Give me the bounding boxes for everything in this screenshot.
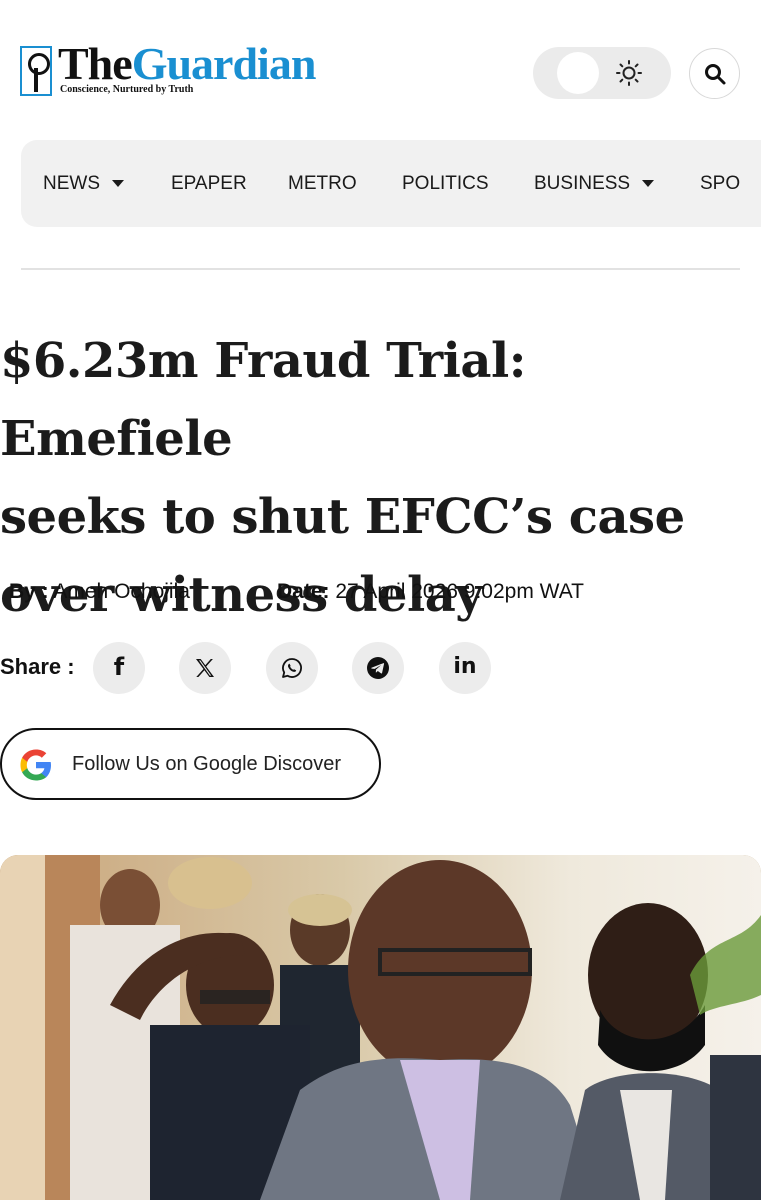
nav-item-epaper[interactable]: EPAPER	[171, 140, 247, 227]
share-linkedin-button[interactable]: in	[439, 642, 491, 694]
x-icon	[196, 659, 214, 677]
main-nav: NEWS EPAPER METRO POLITICS BUSINESS SPO	[21, 140, 761, 227]
search-icon	[705, 64, 726, 85]
nav-item-label: BUSINESS	[534, 173, 631, 194]
nav-item-label: METRO	[288, 173, 357, 194]
header-divider	[21, 268, 740, 270]
search-button[interactable]	[689, 48, 740, 99]
telegram-icon	[367, 657, 389, 679]
headline-line: $6.23m Fraud Trial: Emefiele	[0, 333, 526, 467]
logo-tagline: Conscience, Nurtured by Truth	[60, 84, 194, 95]
logo-wordmark: TheGuardian	[58, 38, 317, 90]
google-g-icon	[20, 749, 51, 781]
chevron-down-icon	[642, 180, 655, 187]
share-whatsapp-button[interactable]	[266, 642, 318, 694]
by-label: By :	[9, 580, 49, 603]
discover-label: Follow Us on Google Discover	[72, 753, 341, 775]
nav-item-business[interactable]: BUSINESS	[534, 140, 655, 227]
toggle-knob	[557, 52, 599, 94]
logo-the: The	[58, 38, 133, 89]
share-label: Share :	[0, 654, 75, 679]
nav-item-label: NEWS	[43, 173, 100, 194]
logo-emblem-icon	[20, 46, 52, 96]
author-name[interactable]: Ameh Ochojila	[53, 580, 190, 603]
share-facebook-button[interactable]: f	[93, 642, 145, 694]
nav-item-label: EPAPER	[171, 173, 247, 194]
nav-item-news[interactable]: NEWS	[43, 140, 124, 227]
article-hero-image[interactable]	[0, 855, 761, 1200]
court-scene-image	[0, 855, 761, 1200]
linkedin-icon: in	[453, 654, 477, 679]
logo-guardian: Guardian	[131, 38, 317, 89]
date-value: 27 April 2026 9:02pm WAT	[335, 580, 584, 603]
site-header: TheGuardian Conscience, Nurtured by Trut…	[0, 0, 761, 130]
share-telegram-button[interactable]	[352, 642, 404, 694]
google-discover-button[interactable]: Follow Us on Google Discover	[0, 728, 381, 800]
date-label: Date:	[277, 580, 330, 603]
sun-icon	[616, 60, 642, 86]
guardian-logo[interactable]: TheGuardian Conscience, Nurtured by Trut…	[20, 38, 360, 100]
nav-item-metro[interactable]: METRO	[288, 140, 357, 227]
headline-line: seeks to shut EFCC’s case	[0, 489, 685, 545]
chevron-down-icon	[112, 180, 124, 187]
share-x-button[interactable]	[179, 642, 231, 694]
whatsapp-icon	[282, 658, 302, 678]
theme-toggle[interactable]	[533, 47, 671, 99]
nav-item-sports[interactable]: SPO	[700, 140, 740, 227]
nav-item-label: SPO	[700, 173, 741, 194]
nav-item-label: POLITICS	[402, 173, 489, 194]
facebook-icon: f	[113, 653, 125, 681]
nav-item-politics[interactable]: POLITICS	[402, 140, 489, 227]
byline: By : Ameh Ochojila	[9, 580, 190, 604]
publish-date: Date: 27 April 2026 9:02pm WAT	[277, 580, 584, 604]
